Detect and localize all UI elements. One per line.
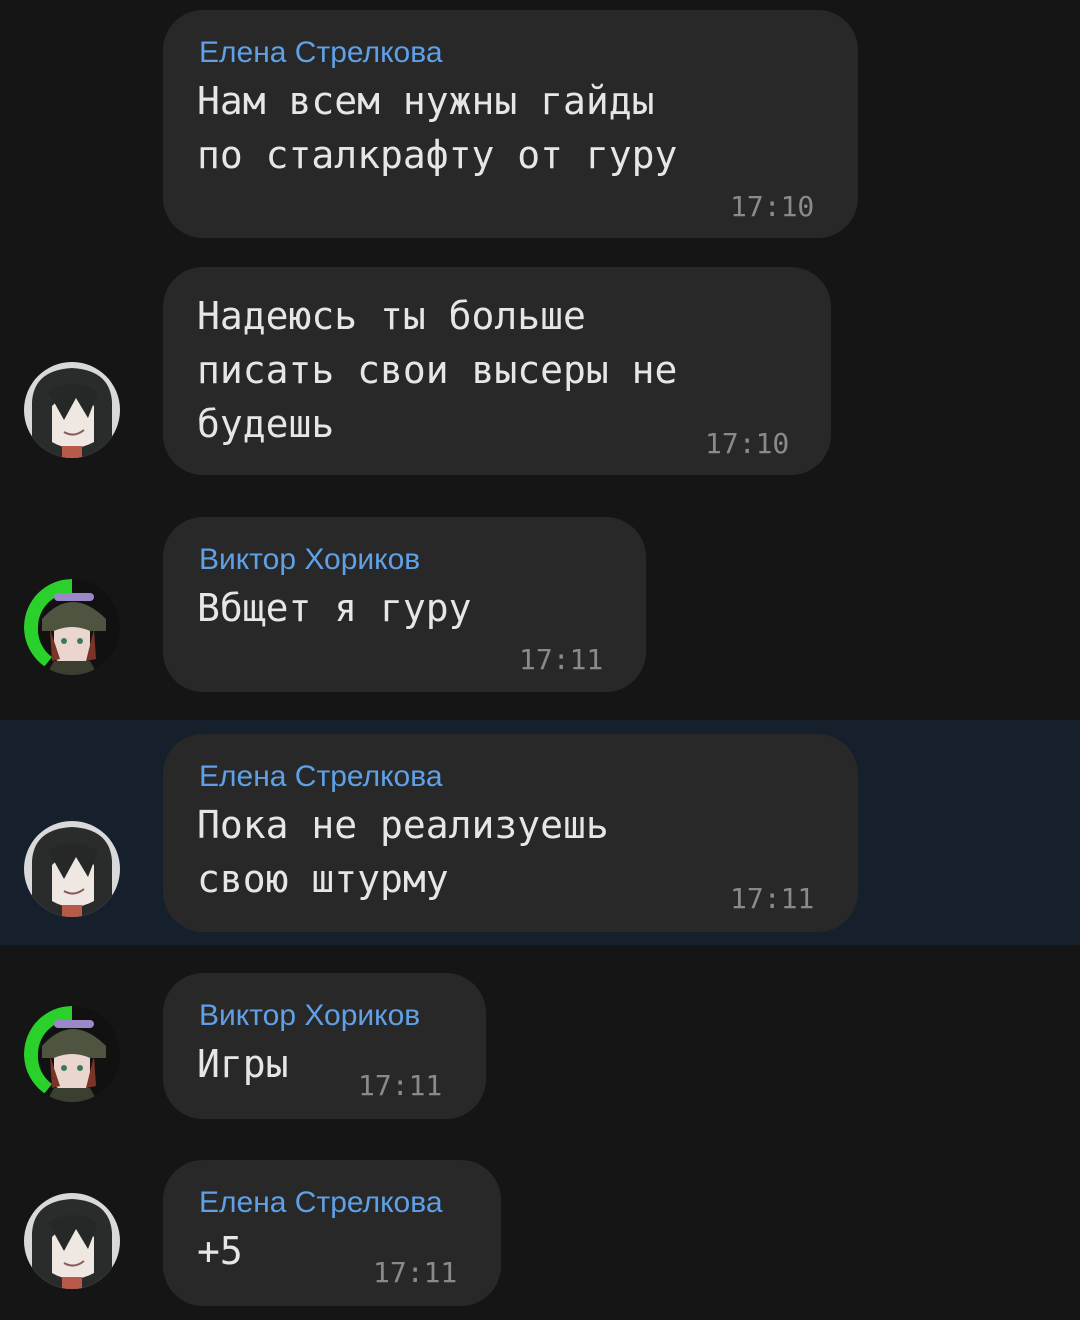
message-bubble[interactable]: Елена Стрелкова Нам всем нужны гайды по …: [163, 10, 858, 238]
message-text: Вбщет я гуру: [197, 586, 472, 630]
message-text: +5: [197, 1229, 243, 1273]
sender-name[interactable]: Елена Стрелкова: [199, 36, 443, 70]
viktor-avatar[interactable]: [24, 579, 120, 675]
message-text: Игры: [197, 1042, 289, 1086]
viktor-avatar-icon: [24, 579, 120, 675]
message-bubble[interactable]: Надеюсь ты больше писать свои высеры не …: [163, 267, 831, 475]
sender-name[interactable]: Елена Стрелкова: [199, 760, 443, 794]
message-text: Надеюсь ты больше писать свои высеры не …: [197, 294, 678, 446]
message-time: 17:11: [519, 643, 604, 676]
message-text: Пока не реализуешь свою штурму: [197, 803, 609, 901]
message-bubble[interactable]: Виктор Хориков Игры 17:11: [163, 973, 486, 1119]
message-time: 17:10: [730, 190, 815, 223]
message-text: Нам всем нужны гайды по сталкрафту от гу…: [197, 79, 678, 177]
message-time: 17:11: [358, 1069, 443, 1102]
viktor-avatar-icon: [24, 1006, 120, 1102]
sender-name[interactable]: Елена Стрелкова: [199, 1186, 443, 1220]
viktor-avatar[interactable]: [24, 1006, 120, 1102]
message-time: 17:10: [705, 427, 790, 460]
elena-avatar-icon: [24, 362, 120, 458]
message-bubble[interactable]: Елена Стрелкова Пока не реализуешь свою …: [163, 734, 858, 932]
message-bubble[interactable]: Виктор Хориков Вбщет я гуру 17:11: [163, 517, 646, 692]
message-time: 17:11: [730, 882, 815, 915]
elena-avatar-icon: [24, 1193, 120, 1289]
message-time: 17:11: [373, 1256, 458, 1289]
elena-avatar-icon: [24, 821, 120, 917]
message-bubble[interactable]: Елена Стрелкова +5 17:11: [163, 1160, 501, 1306]
elena-avatar[interactable]: [24, 1193, 120, 1289]
sender-name[interactable]: Виктор Хориков: [199, 999, 420, 1033]
sender-name[interactable]: Виктор Хориков: [199, 543, 420, 577]
elena-avatar[interactable]: [24, 821, 120, 917]
elena-avatar[interactable]: [24, 362, 120, 458]
